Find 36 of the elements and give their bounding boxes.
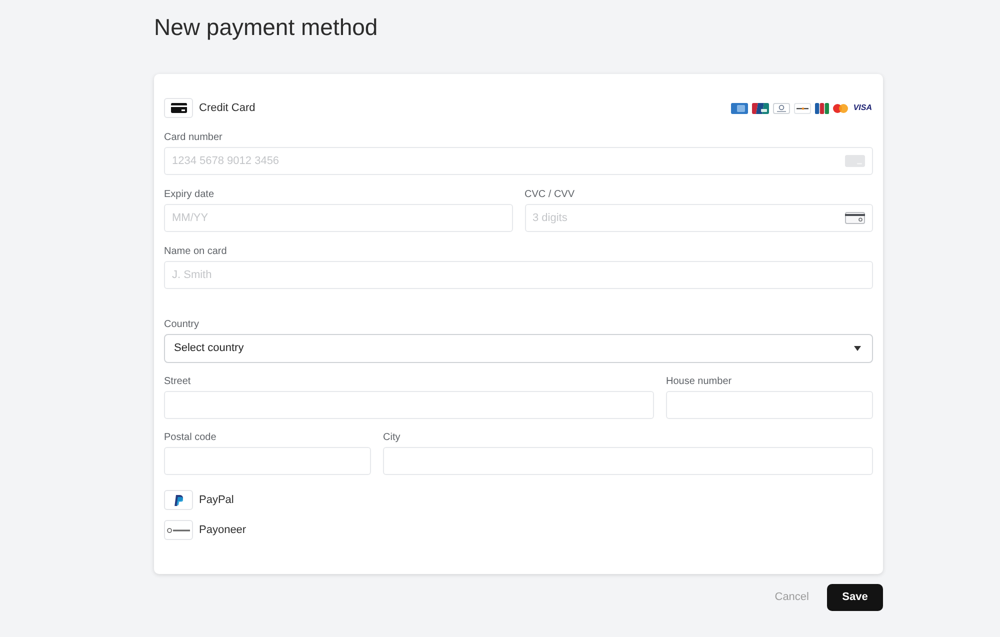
field-label: Expiry date [164, 189, 214, 201]
caret-icon [854, 346, 861, 351]
house-number-field[interactable] [666, 391, 873, 419]
card-brand-logo: VISA [852, 103, 873, 113]
card-brand-icon [752, 102, 770, 114]
page-title: New payment method [154, 13, 378, 41]
field-label: CVC / CVV [524, 189, 575, 201]
city-field[interactable] [383, 447, 873, 475]
payment-method-option[interactable]: PayPal [164, 490, 234, 510]
field-label: Street [164, 376, 191, 388]
p-logo-icon [164, 490, 193, 510]
field-label: Country [164, 319, 200, 331]
postal-code-field[interactable] [164, 447, 371, 475]
cvc-field[interactable]: 3 digits [524, 204, 873, 232]
payment-method-option[interactable]: Credit Card [164, 98, 256, 118]
card-icon [845, 155, 865, 167]
card-back-icon [845, 212, 865, 224]
credit-card-icon [164, 98, 193, 118]
street-field[interactable] [164, 391, 654, 419]
expiry-date-field[interactable]: MM/YY [164, 204, 512, 232]
name-on-card-field[interactable]: J. Smith [164, 261, 873, 289]
card-brand-icon [794, 102, 812, 114]
card-brand-icon [773, 102, 790, 114]
field-label: City [383, 432, 400, 444]
card-number-field[interactable]: 1234 5678 9012 3456 [164, 147, 873, 175]
save-button[interactable]: Save [827, 584, 883, 611]
country-select[interactable]: Select country [164, 334, 873, 363]
wordmark-logo-icon [164, 520, 193, 540]
field-label: Postal code [164, 432, 216, 444]
card-brand-icon [815, 102, 830, 114]
field-label: Card number [164, 132, 222, 144]
payment-method-option[interactable]: Payoneer [164, 520, 246, 540]
field-label: House number [666, 376, 732, 388]
card-brand-icon [731, 102, 748, 114]
card-brand-icon [833, 104, 848, 112]
field-label: Name on card [164, 246, 227, 258]
